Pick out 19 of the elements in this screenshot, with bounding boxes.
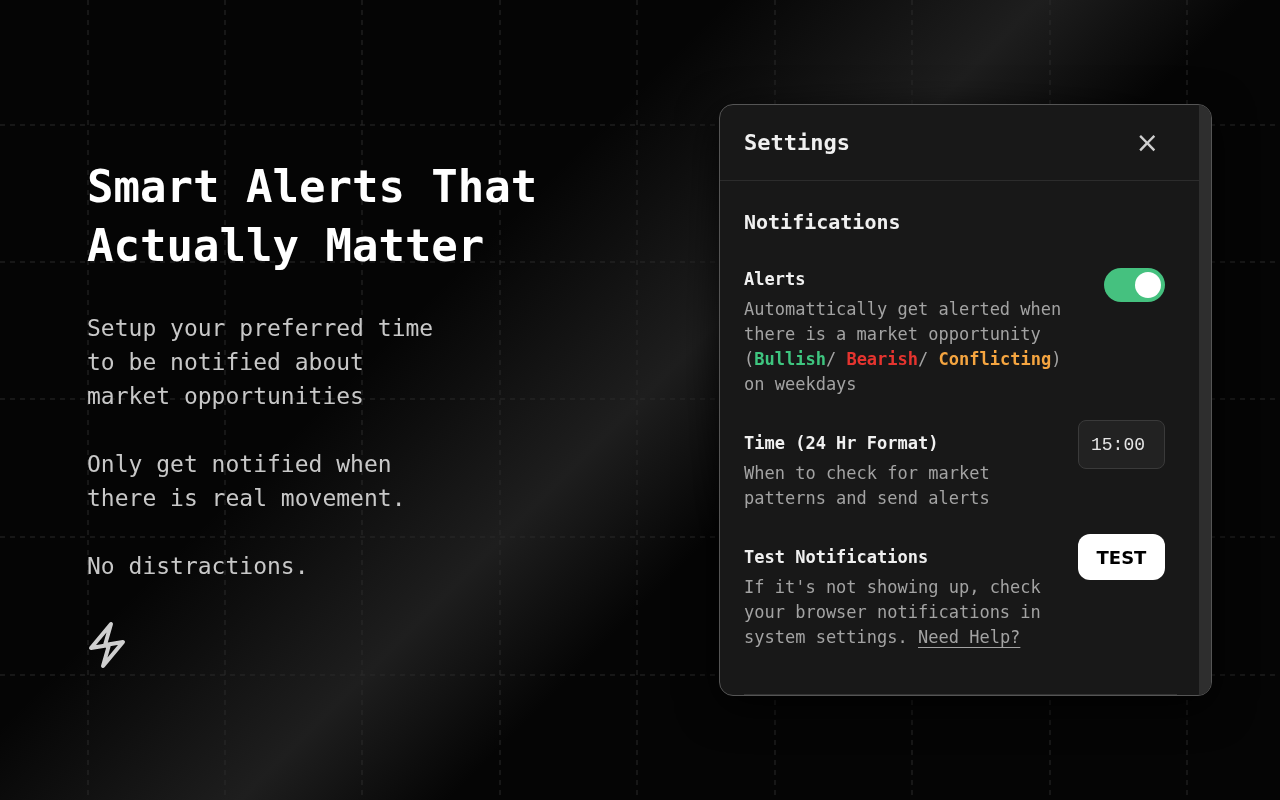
hero-paragraph: No distractions. <box>87 552 310 581</box>
hero-title: Smart Alerts That Actually Matter <box>87 160 539 273</box>
time-field[interactable]: 15:00 <box>1078 420 1165 469</box>
setting-label: Test Notifications <box>744 546 930 569</box>
close-button[interactable]: × <box>1135 128 1159 157</box>
setting-label: Alerts <box>744 268 807 291</box>
setting-description: If it's not showing up, check your browser notifications in system settings. Need Help? <box>744 576 1042 649</box>
test-button[interactable]: TEST <box>1078 534 1165 580</box>
scrollbar[interactable] <box>1199 105 1211 695</box>
alerts-toggle[interactable] <box>1104 268 1165 302</box>
section-heading: Notifications <box>744 209 902 236</box>
setting-description: Automattically get alerted when there is a market opportunity (Bullish/ Bearish/ Conflicting) on weekdays <box>744 298 1063 396</box>
settings-title: Settings <box>744 129 850 157</box>
hero-paragraph: Only get notified when there is real movement. <box>87 450 407 513</box>
setting-label: Time (24 Hr Format) <box>744 432 940 455</box>
help-link[interactable]: Need Help? <box>918 627 1021 647</box>
setting-description: When to check for market patterns and send alerts <box>744 462 991 510</box>
lightning-icon <box>87 621 127 669</box>
hero-paragraph: Setup your preferred time to be notified about market opportunities <box>87 314 435 411</box>
